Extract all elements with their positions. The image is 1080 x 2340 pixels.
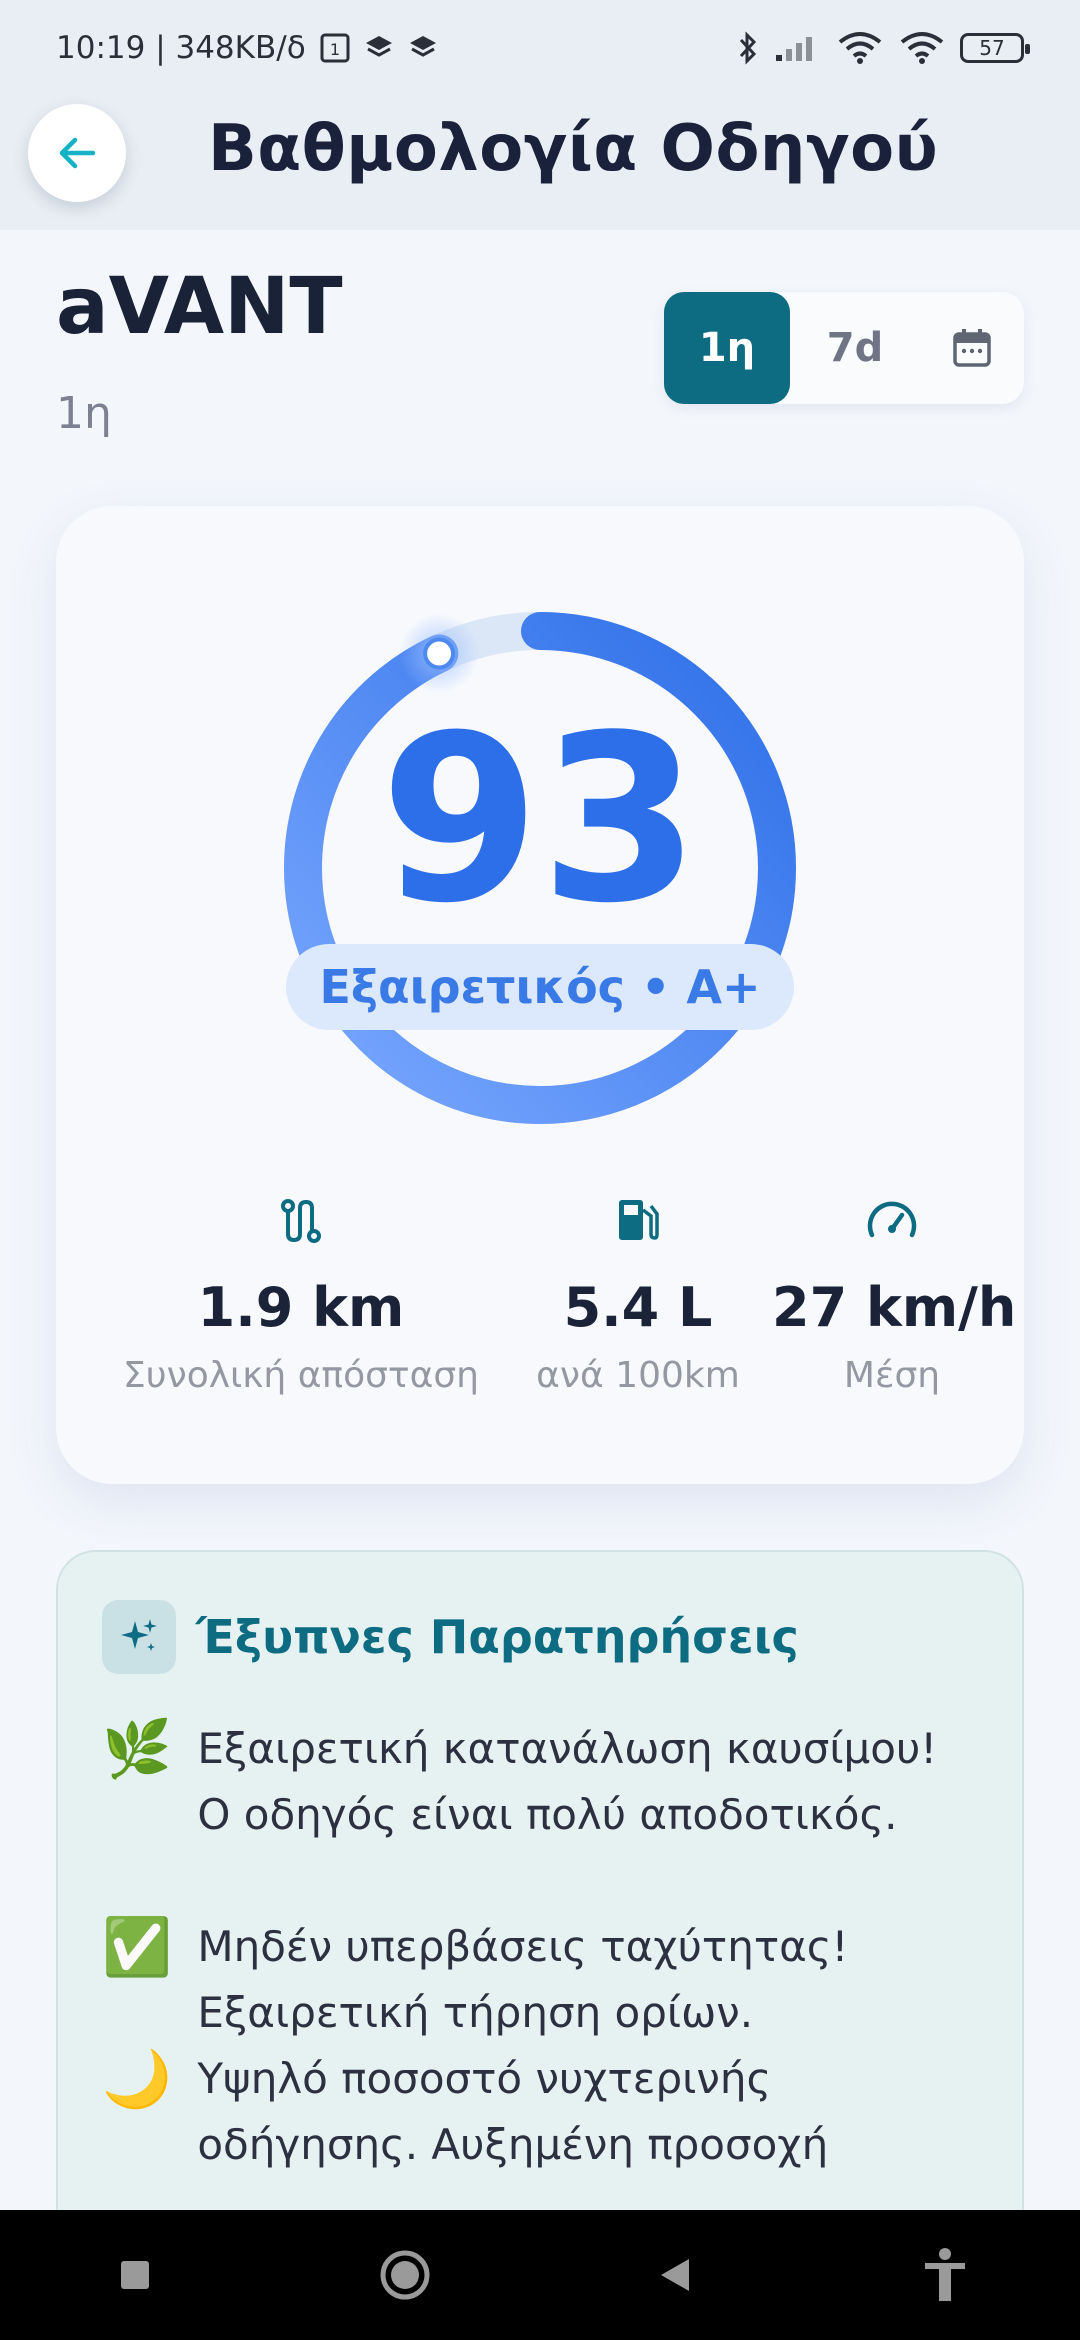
insight-text: Μηδέν υπερβάσεις ταχύτητας! Εξαιρετική τ…	[197, 1922, 849, 2037]
calendar-icon	[953, 329, 991, 367]
metric-speed-value: 27 km/h	[772, 1276, 1017, 1339]
svg-text:1: 1	[330, 40, 340, 59]
back-button[interactable]	[28, 104, 126, 202]
insight-text: Εξαιρετική κατανάλωση καυσίμου! Ο οδηγός…	[197, 1724, 938, 1839]
metric-distance-label: Συνολική απόσταση	[123, 1355, 479, 1396]
score-value: 93	[379, 687, 701, 954]
insights-header: Έξυπνες Παρατηρήσεις	[102, 1600, 799, 1674]
metric-fuel-label: ανά 100km	[536, 1355, 740, 1396]
sparkles-icon	[102, 1600, 176, 1674]
battery-icon: 57	[960, 33, 1030, 63]
layers-icon	[364, 33, 394, 63]
app-header: Βαθμολογία Οδηγού	[0, 96, 1080, 230]
wifi-icon	[836, 30, 884, 66]
triangle-back-icon	[661, 2259, 689, 2291]
moon-icon: 🌙	[102, 2047, 172, 2110]
range-option-1h[interactable]: 1η	[664, 292, 790, 404]
battery-level: 57	[979, 36, 1005, 60]
insights-title: Έξυπνες Παρατηρήσεις	[196, 1610, 799, 1664]
metrics-row: 1.9 km Συνολική απόσταση 5.4 L ανά 100km…	[56, 1186, 1024, 1426]
signal-icon	[774, 33, 822, 63]
insights-card: Έξυπνες Παρατηρήσεις 🌿 Εξαιρετική κατανά…	[56, 1550, 1024, 2270]
arrow-left-icon	[59, 137, 96, 169]
metric-fuel: 5.4 L ανά 100km	[518, 1186, 758, 1396]
insight-item: 🌿 Εξαιρετική κατανάλωση καυσίμου! Ο οδηγ…	[102, 1716, 982, 1848]
insight-item: 🌙 Υψηλό ποσοστό νυχτερινής οδήγησης. Αυξ…	[102, 2046, 982, 2178]
status-left: 10:19 | 348KB/δ 1	[56, 30, 438, 66]
square-icon	[121, 2261, 149, 2289]
notification-icon: 1	[320, 33, 350, 63]
home-circle-icon	[380, 2250, 430, 2300]
vehicle-period: 1η	[56, 388, 112, 439]
system-nav-bar	[0, 2210, 1080, 2340]
metric-distance-value: 1.9 km	[197, 1276, 405, 1339]
bluetooth-icon	[736, 30, 760, 66]
metric-speed-label: Μέση	[843, 1355, 941, 1396]
metric-distance: 1.9 km Συνολική απόσταση	[84, 1186, 518, 1396]
gauge-knob	[423, 637, 456, 670]
page-title: Βαθμολογία Οδηγού	[208, 112, 939, 186]
recents-button[interactable]	[80, 2220, 190, 2330]
range-option-7d[interactable]: 7d	[790, 292, 920, 404]
status-right: 57	[736, 30, 1030, 66]
back-nav-button[interactable]	[620, 2220, 730, 2330]
leaf-icon: 🌿	[102, 1717, 172, 1780]
grade-badge: Εξαιρετικός • A+	[286, 944, 794, 1030]
fuel-icon	[518, 1186, 758, 1256]
range-toggle: 1η 7d	[664, 292, 1024, 404]
accessibility-button[interactable]	[890, 2220, 1000, 2330]
wifi-icon-2	[898, 30, 946, 66]
status-time: 10:19 | 348KB/δ	[56, 30, 306, 66]
status-bar: 10:19 | 348KB/δ 1 57	[0, 0, 1080, 96]
insight-text: Υψηλό ποσοστό νυχτερινής οδήγησης. Αυξημ…	[197, 2054, 829, 2169]
vehicle-name: aVANT	[56, 262, 343, 352]
insight-item: ✅ Μηδέν υπερβάσεις ταχύτητας! Εξαιρετική…	[102, 1914, 982, 2046]
check-icon: ✅	[102, 1915, 172, 1978]
speedometer-icon	[772, 1186, 1012, 1256]
route-icon	[84, 1186, 518, 1256]
layers-icon-2	[408, 33, 438, 63]
calendar-button[interactable]	[920, 292, 1024, 404]
accessibility-icon	[925, 2248, 965, 2301]
metric-speed: 27 km/h Μέση	[772, 1186, 1017, 1396]
score-card: 93 Εξαιρετικός • A+ 1.9 km Συνολική απόσ…	[56, 506, 1024, 1484]
home-button[interactable]	[350, 2220, 460, 2330]
metric-fuel-value: 5.4 L	[563, 1276, 713, 1339]
